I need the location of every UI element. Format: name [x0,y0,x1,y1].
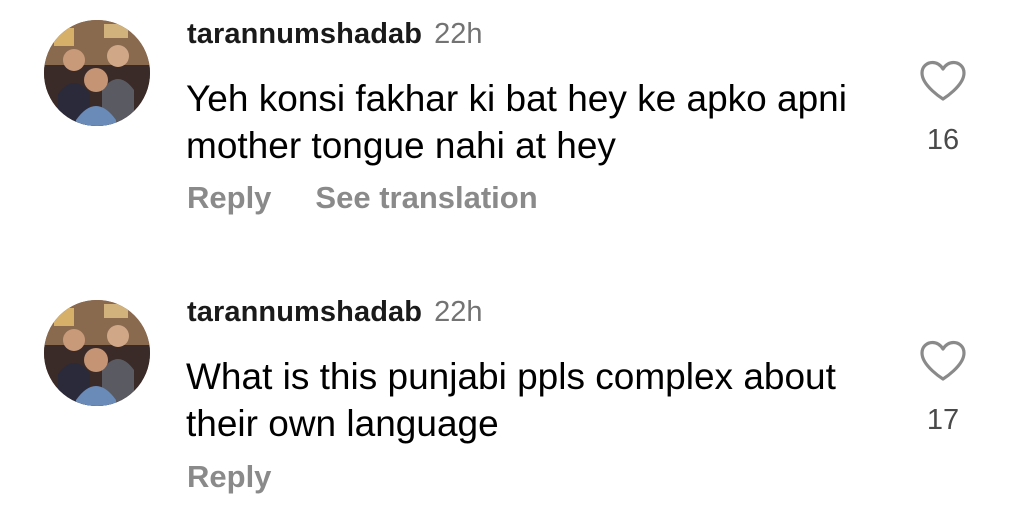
comment-text: What is this punjabi ppls complex about … [186,356,836,444]
avatar[interactable] [44,300,150,406]
profile-photo-avatar [44,300,150,406]
avatar[interactable] [44,20,150,126]
like-count: 16 [926,124,960,156]
comment-actions: Reply See translation [187,180,538,216]
username[interactable]: tarannumshadab [187,18,422,50]
comment-header: tarannumshadab 22h [187,18,482,51]
comment-actions: Reply [187,459,271,495]
reply-button[interactable]: Reply [187,459,271,495]
comment-header: tarannumshadab 22h [187,296,482,329]
timestamp: 22h [434,296,483,328]
comment-text: Yeh konsi fakhar ki bat hey ke apko apni… [186,78,847,166]
heart-outline-icon[interactable] [919,60,967,102]
like-area: 17 [910,340,976,437]
profile-photo-avatar [44,20,150,126]
heart-outline-icon[interactable] [919,340,967,382]
comment-item: tarannumshadab 22h What is this punjabi p… [0,258,1024,516]
username[interactable]: tarannumshadab [187,296,422,328]
see-translation-button[interactable]: See translation [315,180,537,216]
like-count: 17 [926,404,960,436]
comment-item: tarannumshadab 22h Yeh konsi fakhar ki ba… [0,0,1024,258]
timestamp: 22h [434,18,483,50]
reply-button[interactable]: Reply [187,180,271,216]
like-area: 16 [910,60,976,157]
